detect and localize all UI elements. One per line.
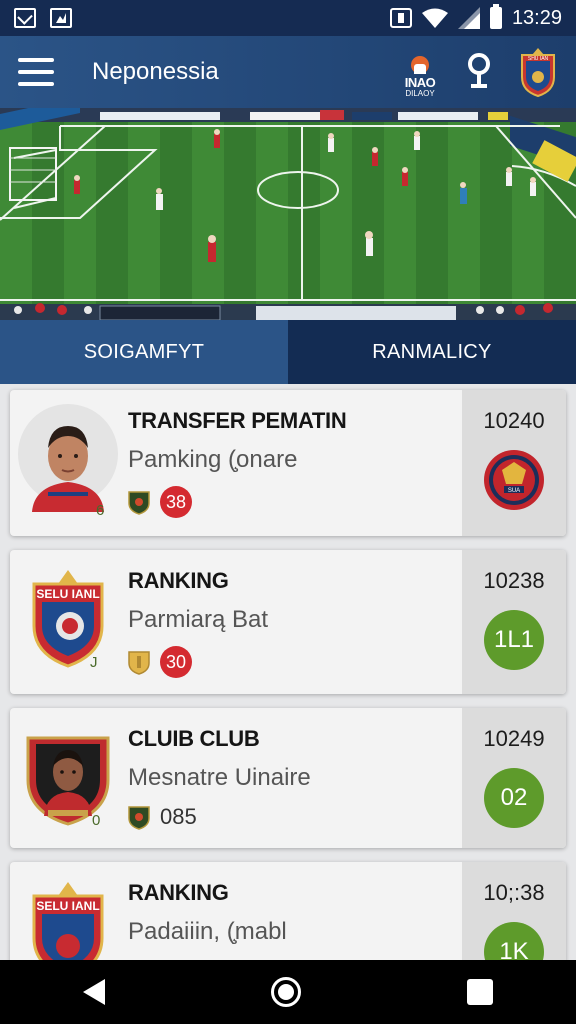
wifi-icon — [421, 7, 448, 29]
brand-line2: DILAOY — [405, 89, 435, 98]
player-crest-avatar — [26, 736, 110, 826]
item-subtitle: Padaiiin, (̧mabl — [128, 918, 287, 945]
app-screen: 13:29 Neponessia INAO DILAOY SHU IAN SOI… — [0, 0, 576, 1024]
crest-text: SHU IAN — [528, 56, 549, 62]
score-panel: 10240 SUA — [462, 390, 566, 536]
back-icon[interactable] — [83, 979, 105, 1005]
score-panel: 10238 1L1 — [462, 550, 566, 694]
rank-badge: 02 — [484, 768, 544, 828]
location-pin-icon[interactable] — [466, 52, 492, 92]
match-pitch-image[interactable] — [0, 108, 576, 320]
club-crest-icon: SUA — [484, 450, 544, 510]
shield-icon — [128, 651, 150, 675]
crest-label: SELU IANL — [36, 587, 99, 601]
count-badge: 30 — [160, 646, 192, 678]
app-bar: Neponessia INAO DILAOY SHU IAN — [0, 36, 576, 108]
list-item[interactable]: 0 CLUIB CLUB Mesnatre Uinaire 085 10249 … — [10, 708, 566, 848]
item-score: 10238 — [483, 568, 545, 593]
menu-icon[interactable] — [18, 58, 54, 86]
item-subtitle: Pamking (̧onare — [128, 446, 298, 473]
tab-bar: SOIGAMFYT RANMALICY — [0, 320, 576, 384]
player-avatar — [18, 404, 118, 512]
club-crest-icon[interactable]: SHU IAN — [518, 47, 558, 97]
signal-icon — [457, 7, 480, 29]
score-panel: 10249 02 — [462, 708, 566, 848]
item-score: 10249 — [483, 726, 545, 751]
item-title: RANKING — [128, 880, 229, 905]
corner-number: 6 — [96, 502, 105, 519]
page-title: Neponessia — [92, 58, 219, 85]
image-notification-icon — [50, 8, 72, 28]
crest-label: SELU IANL — [36, 899, 99, 913]
item-meta-value: 085 — [160, 804, 197, 829]
count-badge: 38 — [160, 486, 192, 518]
shield-icon — [128, 806, 150, 830]
ranking-list: 6 TRANSFER PEMATIN Pamking (̧onare 38 10… — [0, 384, 576, 1002]
brand-line1: INAO — [404, 75, 436, 90]
side-crest-text: SUA — [508, 488, 520, 494]
club-crest-icon: SELU IANL — [32, 570, 104, 668]
clock: 13:29 — [511, 6, 562, 29]
corner-number: J — [90, 654, 98, 671]
item-score: 10;:38 — [483, 880, 545, 905]
item-title: TRANSFER PEMATIN — [128, 408, 347, 433]
vibrate-icon — [389, 8, 412, 28]
tab-soigamfyt[interactable]: SOIGAMFYT — [0, 320, 288, 384]
recent-apps-icon[interactable] — [467, 979, 493, 1005]
item-title: CLUIB CLUB — [128, 726, 260, 751]
list-item[interactable]: SELU IANL J RANKING Parmiarą Bat 30 1023… — [10, 550, 566, 694]
item-title: RANKING — [128, 568, 229, 593]
tab-ranmalicy[interactable]: RANMALICY — [288, 320, 576, 384]
item-subtitle: Parmiarą Bat — [128, 606, 269, 633]
brand-logo[interactable]: INAO DILAOY — [400, 46, 440, 98]
item-subtitle: Mesnatre Uinaire — [128, 764, 311, 791]
shield-icon — [128, 491, 150, 515]
battery-icon — [489, 4, 502, 29]
system-nav-bar — [0, 960, 576, 1024]
status-bar: 13:29 — [0, 0, 576, 36]
item-score: 10240 — [483, 408, 545, 433]
corner-number: 0 — [92, 812, 101, 829]
rank-badge: 1L1 — [484, 610, 544, 670]
list-item[interactable]: 6 TRANSFER PEMATIN Pamking (̧onare 38 10… — [10, 390, 566, 536]
mail-notification-icon — [14, 8, 36, 28]
home-icon[interactable] — [271, 977, 301, 1007]
